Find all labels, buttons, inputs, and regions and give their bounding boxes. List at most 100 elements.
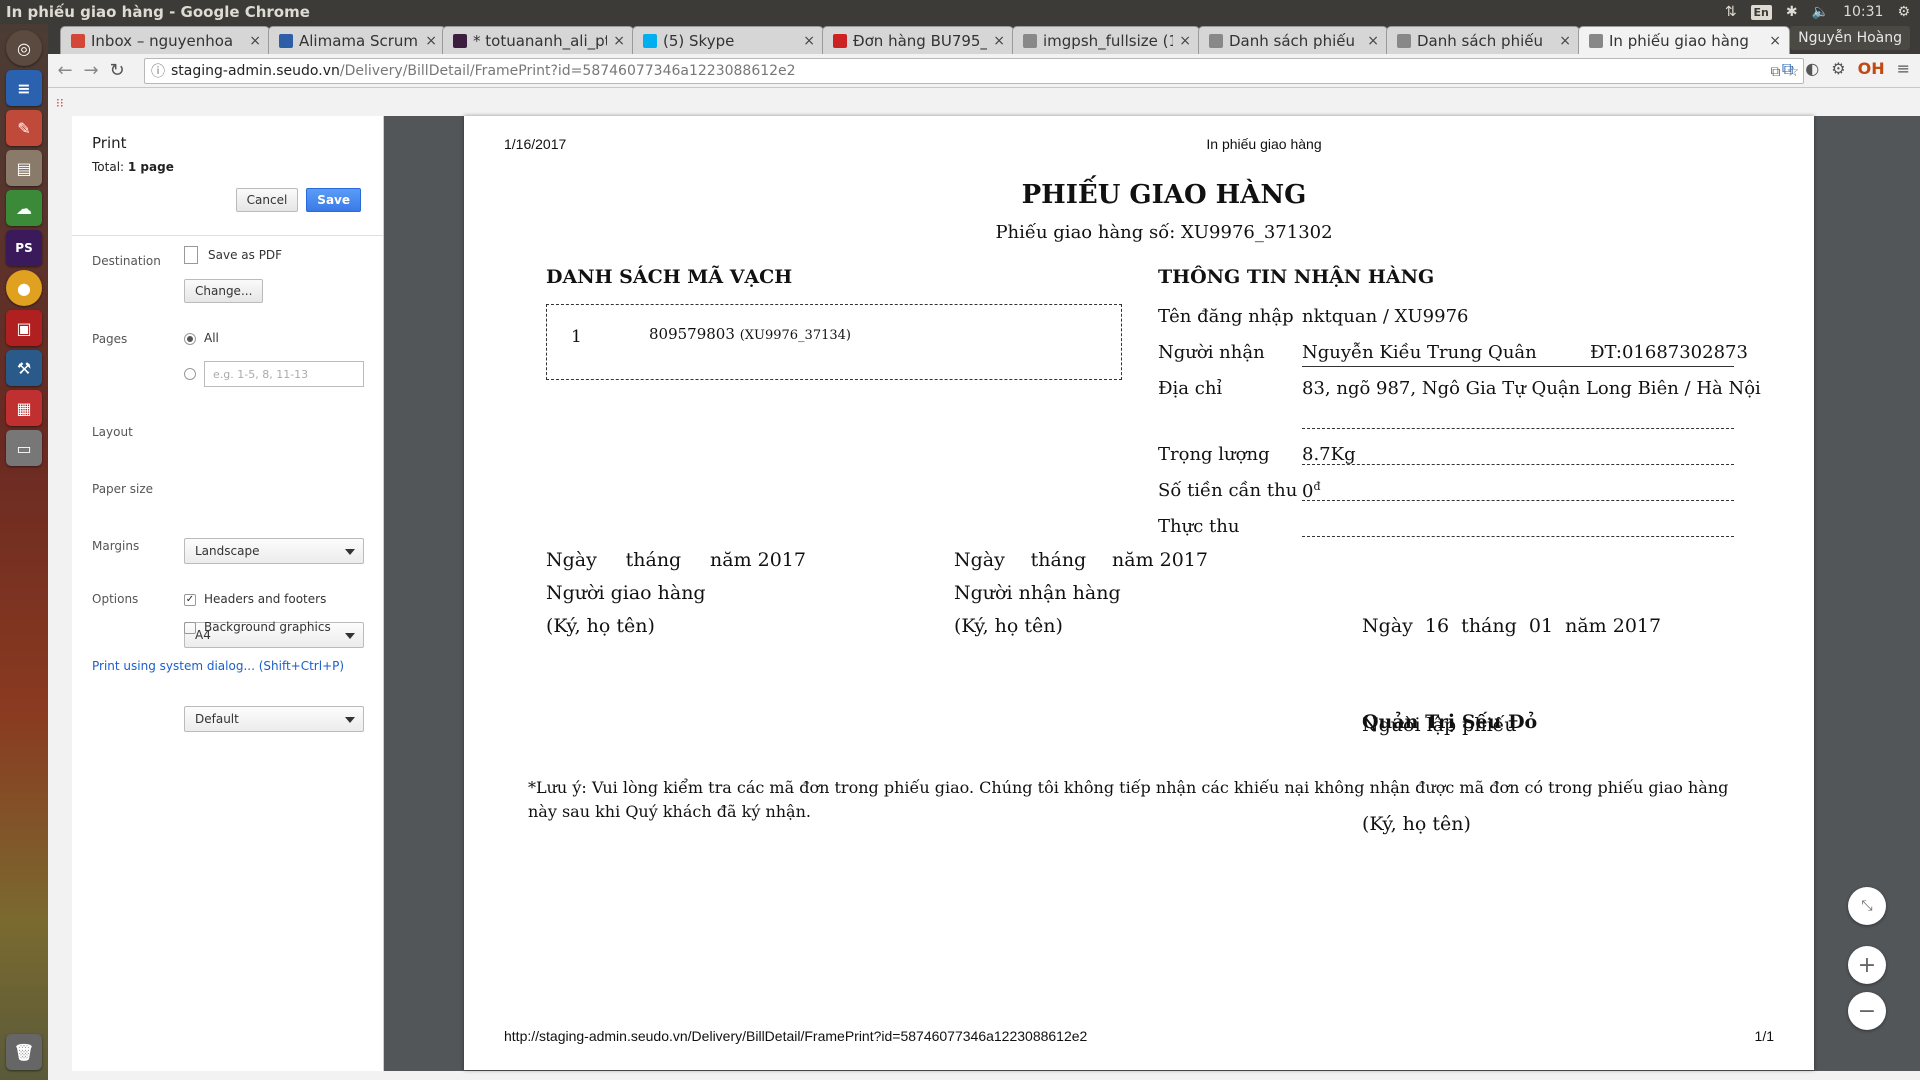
network-icon[interactable]: ☁ <box>6 190 42 226</box>
forward-icon[interactable]: → <box>78 58 104 84</box>
workspace-icon[interactable]: ▭ <box>6 430 42 466</box>
change-destination-button[interactable]: Change... <box>184 279 264 303</box>
reload-icon[interactable]: ↻ <box>104 58 130 84</box>
tab-label: Inbox – nguyenhoa <box>91 31 234 50</box>
phpstorm-icon[interactable]: PS <box>6 230 42 266</box>
mysql-workbench-icon[interactable]: ⚒ <box>6 350 42 386</box>
tab-4[interactable]: Đơn hàng BU795_3 × <box>822 26 1014 54</box>
pages-all-radio[interactable] <box>184 332 196 345</box>
info-icon[interactable]: ⓘ <box>151 61 165 81</box>
writer-icon[interactable]: ≡ <box>6 70 42 106</box>
address-line <box>1302 428 1734 429</box>
profile-button[interactable]: Nguyễn Hoàng <box>1790 26 1910 50</box>
save-button[interactable]: Save <box>306 188 361 212</box>
tab-1[interactable]: Alimama Scrum - A × <box>268 26 446 54</box>
network-icon[interactable]: ⇅ <box>1725 4 1737 20</box>
close-icon[interactable]: × <box>1367 33 1379 49</box>
zoom-in-icon[interactable]: + <box>1848 946 1886 984</box>
skype-icon <box>643 33 657 48</box>
slack-icon <box>453 33 467 48</box>
barcode-item: 809579803 (XU9976_37134) <box>649 325 851 343</box>
close-icon[interactable]: × <box>613 33 625 49</box>
sig1-day: Ngày <box>546 549 597 571</box>
sig2-day: Ngày <box>954 549 1005 571</box>
tab-label: Alimama Scrum - A <box>299 31 419 50</box>
page-footer-url: http://staging-admin.seudo.vn/Delivery/B… <box>504 1028 1088 1044</box>
zoom-out-icon[interactable]: − <box>1848 992 1886 1030</box>
receiver-underline <box>1302 366 1734 367</box>
filezilla-icon[interactable]: ▣ <box>6 310 42 346</box>
paper-size-label: Paper size <box>92 482 154 496</box>
gmail-icon <box>71 33 85 48</box>
headers-footers-label: Headers and footers <box>204 592 327 606</box>
tab-8[interactable]: In phiếu giao hàng × <box>1578 26 1790 54</box>
page-header-title: In phiếu giao hàng <box>1206 136 1322 152</box>
close-icon[interactable]: × <box>1179 33 1191 49</box>
translate-icon[interactable]: ⧉ <box>1770 64 1780 80</box>
bluetooth-icon[interactable]: ✱ <box>1786 4 1798 20</box>
files-icon[interactable]: ▤ <box>6 150 42 186</box>
redis-icon[interactable]: ▦ <box>6 390 42 426</box>
options-label: Options <box>92 592 139 606</box>
close-icon[interactable]: × <box>249 33 261 49</box>
background-graphics-option[interactable]: Background graphics <box>184 620 331 634</box>
tab-0[interactable]: Inbox – nguyenhoa × <box>60 26 270 54</box>
translate-ext-icon[interactable]: ⧉ <box>1782 59 1793 79</box>
close-icon[interactable]: × <box>1769 33 1781 49</box>
margins-select[interactable]: Default <box>184 706 364 732</box>
print-preview-area: 1/16/2017 In phiếu giao hàng PHIẾU GIAO … <box>384 116 1920 1071</box>
print-header: Print Total: 1 page Cancel Save <box>72 116 383 236</box>
tab-2[interactable]: * totuananh_ali_pt × <box>442 26 634 54</box>
tab-label: (5) Skype <box>663 31 735 50</box>
close-icon[interactable]: × <box>1559 33 1571 49</box>
menu-icon[interactable]: ≡ <box>1897 59 1910 79</box>
keyboard-indicator[interactable]: En <box>1750 4 1772 20</box>
background-graphics-checkbox[interactable] <box>184 621 196 634</box>
tab-3[interactable]: (5) Skype × <box>632 26 824 54</box>
close-icon[interactable]: × <box>993 33 1005 49</box>
bookmark-bar: ⁝⁝ <box>48 88 1920 118</box>
pages-all-label: All <box>204 331 219 345</box>
close-icon[interactable]: × <box>803 33 815 49</box>
settings-ext-icon[interactable]: ⚙ <box>1831 59 1845 79</box>
url-host: staging-admin.seudo.vn <box>171 63 340 79</box>
pages-custom-radio[interactable] <box>184 368 196 380</box>
destination-value: Save as PDF <box>184 246 282 264</box>
close-icon[interactable]: × <box>425 33 437 49</box>
clock[interactable]: 10:31 <box>1843 4 1883 20</box>
pages-all-option[interactable]: All <box>184 331 219 345</box>
extension-icon[interactable]: ◐ <box>1805 59 1819 79</box>
system-dialog-link[interactable]: Print using system dialog... (Shift+Ctrl… <box>92 659 344 673</box>
headers-footers-checkbox[interactable]: ✓ <box>184 593 196 606</box>
ubuntu-dash-icon[interactable]: ◎ <box>6 30 42 66</box>
layout-label: Layout <box>92 425 133 439</box>
volume-icon[interactable]: 🔈 <box>1812 4 1829 20</box>
headers-footers-option[interactable]: ✓ Headers and footers <box>184 592 326 606</box>
cancel-button[interactable]: Cancel <box>235 188 299 212</box>
login-value: nktquan / XU9976 <box>1302 306 1469 327</box>
tab-label: Đơn hàng BU795_3 <box>853 31 988 50</box>
gear-icon[interactable]: ⚙ <box>1897 4 1910 20</box>
creator-name: Quản Trị Sếu Đỏ <box>1362 711 1538 733</box>
scrum-icon <box>279 33 293 48</box>
tab-label: Danh sách phiếu <box>1229 31 1355 50</box>
chrome-icon[interactable]: ● <box>6 270 42 306</box>
settings-icon[interactable]: ✎ <box>6 110 42 146</box>
trash-icon[interactable]: 🗑 <box>6 1034 42 1070</box>
receiver-label: Người nhận <box>1158 342 1265 363</box>
fit-to-page-icon[interactable]: ⤡ <box>1848 887 1886 925</box>
print-settings-panel: Print Total: 1 page Cancel Save Destinat… <box>72 116 384 1071</box>
document-title: PHIẾU GIAO HÀNG <box>1021 180 1307 210</box>
signature-deliverer: Ngày tháng năm 2017 Người giao hàng (Ký,… <box>546 544 806 643</box>
layout-select[interactable]: Landscape <box>184 538 364 564</box>
tab-7[interactable]: Danh sách phiếu × <box>1386 26 1580 54</box>
tab-6[interactable]: Danh sách phiếu × <box>1198 26 1388 54</box>
back-icon[interactable]: ← <box>52 58 78 84</box>
tab-5[interactable]: imgpsh_fullsize (1 × <box>1012 26 1200 54</box>
address-bar[interactable]: ⓘ staging-admin.seudo.vn/Delivery/BillDe… <box>144 58 1804 84</box>
background-graphics-label: Background graphics <box>204 620 331 634</box>
sig1-month: tháng <box>625 549 682 571</box>
pages-range-input[interactable]: e.g. 1-5, 8, 11-13 <box>204 361 364 387</box>
oh-ext-icon[interactable]: OH <box>1858 59 1885 79</box>
apps-icon[interactable]: ⁝⁝ <box>56 96 64 110</box>
